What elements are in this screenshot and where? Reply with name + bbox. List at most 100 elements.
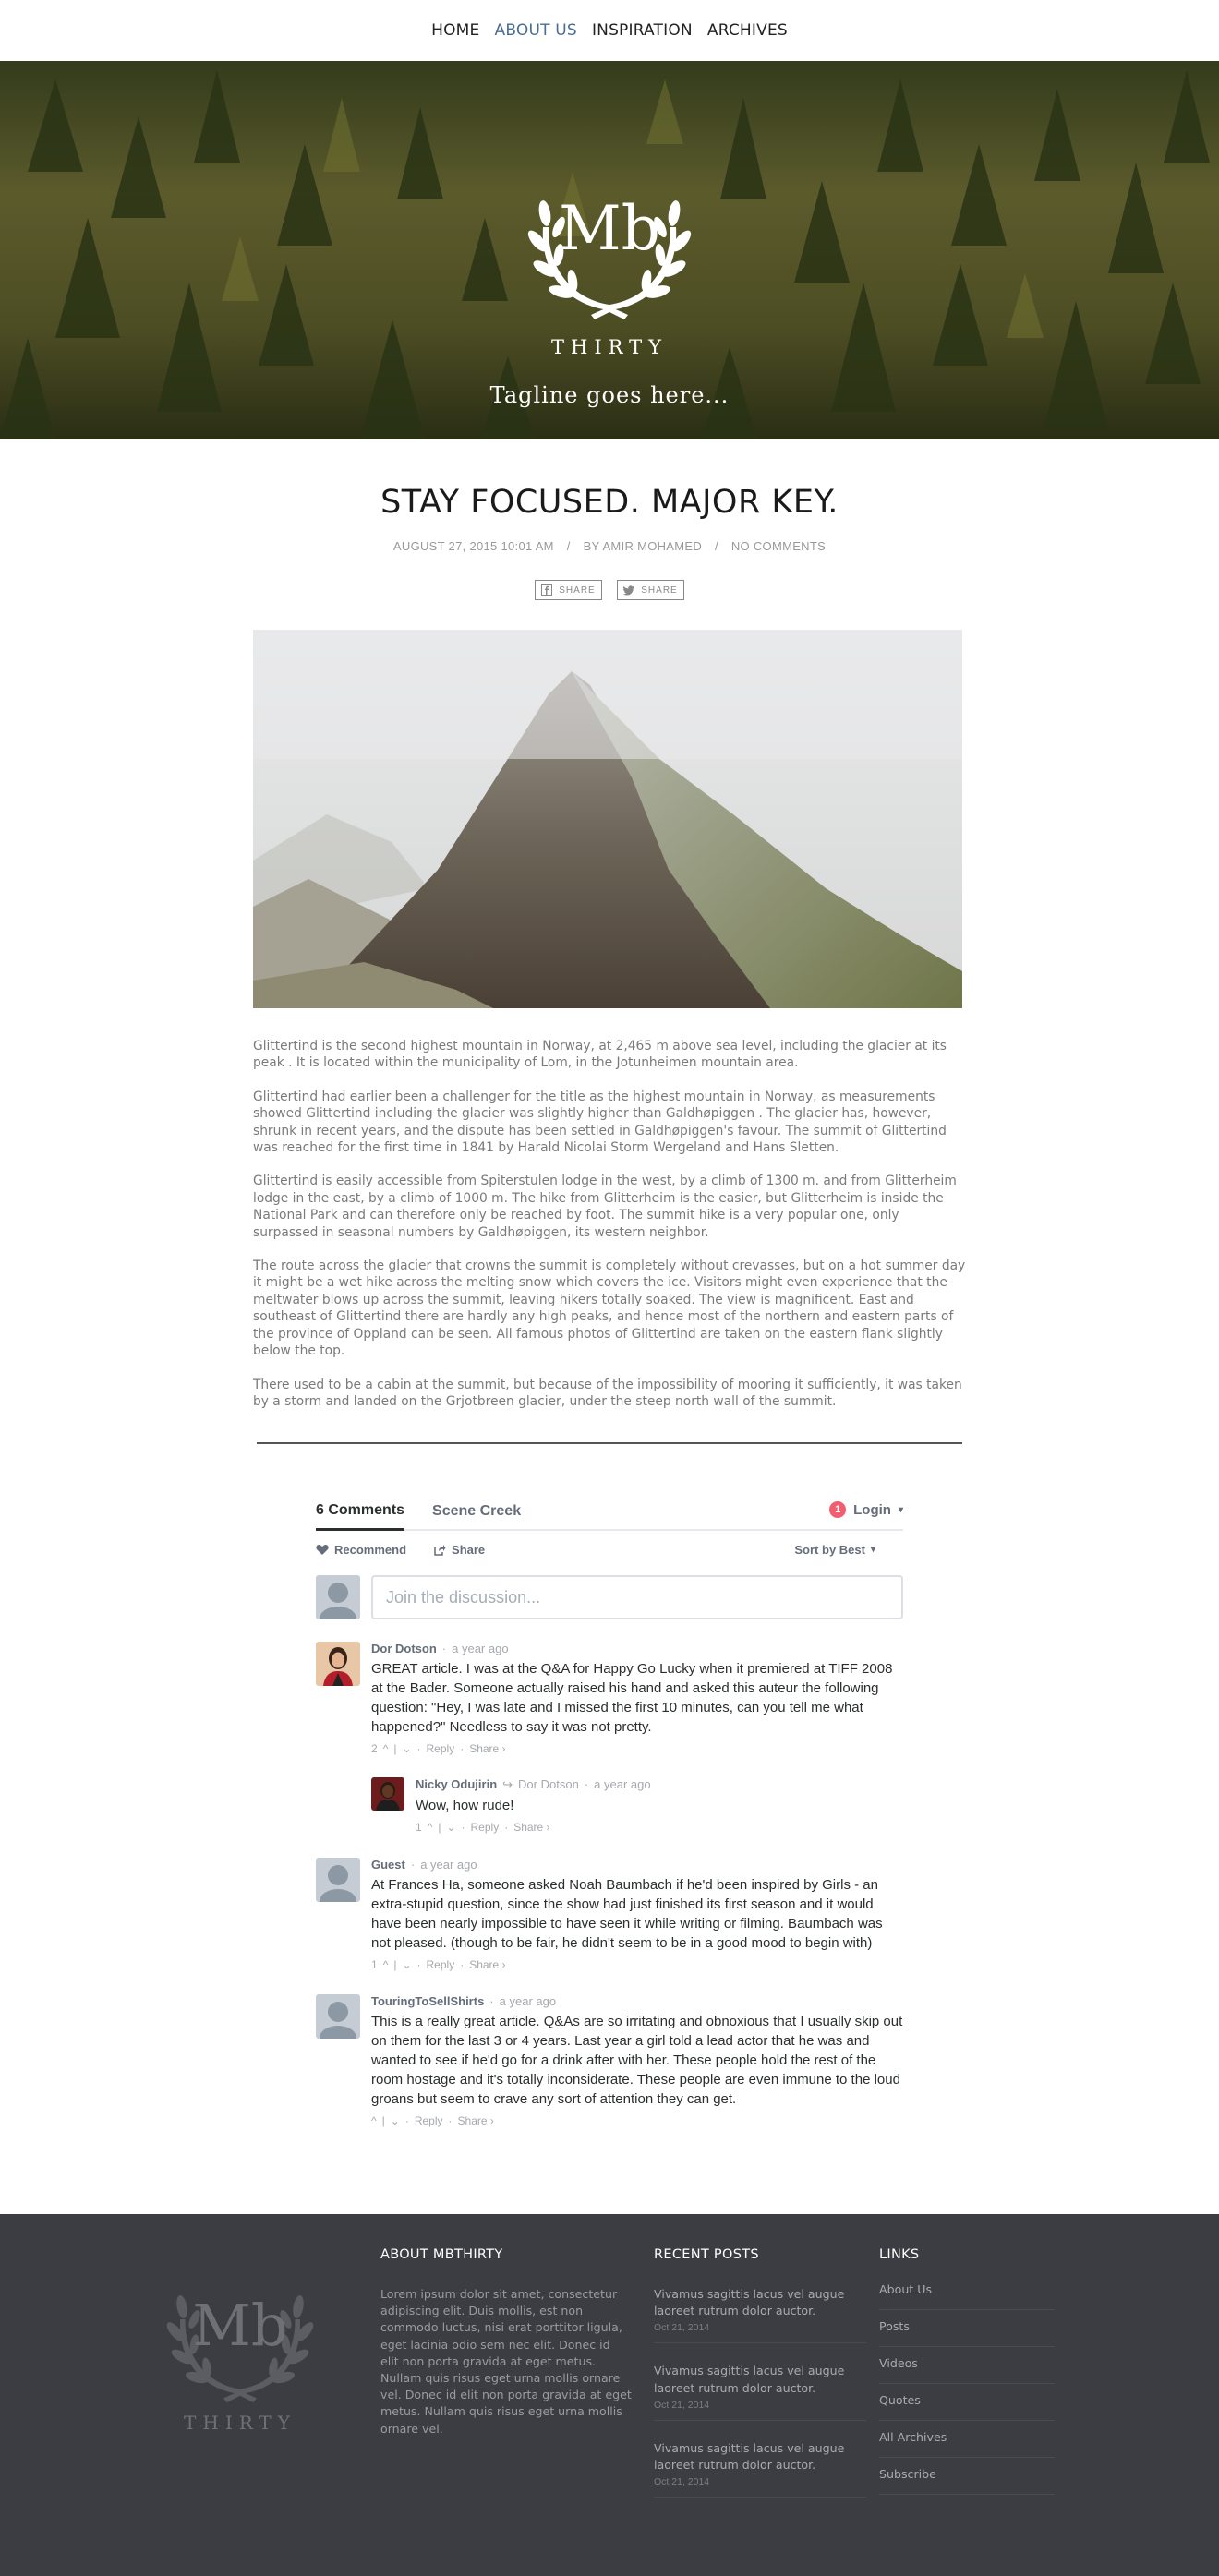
comment-time-sep: ·	[489, 1994, 494, 2008]
comment-time[interactable]: a year ago	[420, 1858, 477, 1872]
upvote-icon[interactable]: ^	[383, 1958, 389, 1971]
comment-time[interactable]: a year ago	[594, 1777, 650, 1791]
tab-scene-creek[interactable]: Scene Creek	[432, 1503, 521, 1529]
comment-post: Guest · a year ago At Frances Ha, someone …	[316, 1858, 903, 1971]
comment-text: At Frances Ha, someone asked Noah Baumba…	[371, 1877, 883, 1951]
section-divider	[257, 1442, 962, 1444]
share-thread-button[interactable]: Share	[434, 1543, 485, 1557]
site-logo[interactable]: Mb THIRTY	[517, 153, 702, 393]
default-avatar	[316, 1575, 360, 1619]
footer-dot: ·	[460, 1742, 465, 1755]
logo-monogram: Mb	[559, 193, 660, 264]
upvote-icon[interactable]: ^	[371, 2114, 377, 2127]
recent-post-link[interactable]: Vivamus sagittis lacus vel augue laoreet…	[654, 2363, 866, 2396]
nav-home[interactable]: HOME	[431, 21, 479, 40]
reply-link[interactable]: Reply	[427, 1958, 455, 1971]
recent-post-link[interactable]: Vivamus sagittis lacus vel augue laoreet…	[654, 2440, 866, 2474]
upvote-icon[interactable]: ^	[383, 1742, 389, 1755]
twitter-icon	[623, 585, 634, 596]
vote-separator: |	[438, 1821, 441, 1834]
footer-about: ABOUT MBTHIRTY Lorem ipsum dolor sit ame…	[380, 2247, 632, 2438]
comment-author[interactable]: Guest	[371, 1858, 405, 1872]
downvote-icon[interactable]: ⌄	[446, 1821, 455, 1834]
nav-inspiration[interactable]: INSPIRATION	[592, 21, 693, 40]
article-paragraph: Glittertind had earlier been a challenge…	[253, 1089, 947, 1156]
login-button[interactable]: 1 Login ▾	[829, 1501, 903, 1518]
comment-composer: Join the discussion...	[316, 1575, 903, 1619]
footer-dot: ·	[460, 1958, 465, 1971]
default-avatar[interactable]	[316, 1858, 360, 1902]
footer-link-about-us[interactable]: About Us	[879, 2273, 1055, 2310]
twitter-share-button[interactable]: SHARE	[617, 580, 684, 600]
comment-time[interactable]: a year ago	[500, 1994, 556, 2008]
recent-post-link[interactable]: Vivamus sagittis lacus vel augue laoreet…	[654, 2286, 866, 2319]
comment-footer: 1 ^ | ⌄ · Reply · Share ›	[371, 1958, 903, 1971]
article-paragraph: Glittertind is the second highest mounta…	[253, 1039, 947, 1071]
footer-logo-subtitle: THIRTY	[184, 2412, 296, 2434]
comment-time[interactable]: a year ago	[452, 1642, 508, 1655]
share-link[interactable]: Share ›	[469, 1742, 505, 1755]
default-avatar[interactable]	[316, 1994, 360, 2039]
reply-link[interactable]: Reply	[415, 2114, 443, 2127]
login-label: Login	[853, 1501, 891, 1518]
article-author[interactable]: BY AMIR MOHAMED	[584, 539, 703, 553]
nav-about-us[interactable]: ABOUT US	[494, 21, 576, 40]
downvote-icon[interactable]: ⌄	[402, 1742, 411, 1755]
avatar[interactable]	[316, 1642, 360, 1686]
site-footer: Mb THIRTY ABOUT MBTHIRTY Lorem ipsum dol…	[0, 2214, 1219, 2576]
footer-logo-monogram: Mb	[192, 2292, 288, 2359]
share-link[interactable]: Share ›	[513, 1821, 549, 1834]
vote-count: 1	[416, 1821, 422, 1834]
sort-dropdown[interactable]: Sort by Best ▾	[794, 1543, 903, 1557]
recommend-button[interactable]: Recommend	[316, 1543, 406, 1557]
article-paragraph: The route across the glacier that crowns…	[253, 1258, 966, 1359]
footer-link-all-archives[interactable]: All Archives	[879, 2421, 1055, 2458]
recent-post-date: Oct 21, 2014	[654, 2322, 710, 2334]
recommend-label: Recommend	[334, 1542, 407, 1557]
vote-count: 1	[371, 1958, 378, 1971]
facebook-icon	[541, 584, 553, 596]
footer-dot: ·	[416, 1742, 421, 1755]
comment-author[interactable]: Nicky Odujirin	[416, 1777, 497, 1791]
comment-author[interactable]: TouringToSellShirts	[371, 1994, 484, 2008]
meta-separator: /	[566, 539, 571, 553]
recent-post-item: Vivamus sagittis lacus vel augue laoreet…	[654, 2440, 866, 2498]
article-title: STAY FOCUSED. MAJOR KEY.	[380, 484, 839, 521]
reply-link[interactable]: Reply	[427, 1742, 455, 1755]
avatar[interactable]	[371, 1777, 404, 1811]
comment-footer: 2 ^ | ⌄ · Reply · Share ›	[371, 1742, 903, 1755]
reply-to-author[interactable]: Dor Dotson	[518, 1777, 579, 1791]
article-meta: AUGUST 27, 2015 10:01 AM / BY AMIR MOHAM…	[0, 539, 1219, 553]
article-comments-count[interactable]: NO COMMENTS	[731, 539, 826, 553]
share-link[interactable]: Share ›	[469, 1958, 505, 1971]
sort-label: Sort by Best	[794, 1542, 865, 1557]
downvote-icon[interactable]: ⌄	[402, 1958, 411, 1971]
footer-dot: ·	[504, 1821, 509, 1834]
article-image	[253, 630, 962, 1008]
comment-header: TouringToSellShirts · a year ago	[371, 1994, 903, 2008]
article-paragraph: Glittertind is easily accessible from Sp…	[253, 1174, 957, 1240]
facebook-share-button[interactable]: SHARE	[535, 580, 602, 600]
share-icon	[434, 1544, 446, 1556]
upvote-icon[interactable]: ^	[428, 1821, 433, 1834]
share-link[interactable]: Share ›	[458, 2114, 494, 2127]
chevron-down-icon: ▾	[898, 1504, 903, 1515]
downvote-icon[interactable]: ⌄	[391, 2114, 400, 2127]
comment-text: This is a really great article. Q&As are…	[371, 2014, 903, 2107]
tab-comments[interactable]: 6 Comments	[316, 1502, 405, 1531]
user-photo	[316, 1642, 360, 1686]
footer-logo[interactable]: Mb THIRTY	[157, 2253, 323, 2447]
footer-link-videos[interactable]: Videos	[879, 2347, 1055, 2384]
footer-about-text: Lorem ipsum dolor sit amet, consectetur …	[380, 2287, 632, 2436]
join-discussion-input[interactable]: Join the discussion...	[371, 1575, 903, 1619]
comment-author[interactable]: Dor Dotson	[371, 1642, 437, 1655]
footer-link-posts[interactable]: Posts	[879, 2310, 1055, 2347]
nav-archives[interactable]: ARCHIVES	[707, 21, 788, 40]
vote-separator: |	[393, 1958, 397, 1971]
reply-link[interactable]: Reply	[471, 1821, 500, 1834]
footer-dot: ·	[461, 1821, 465, 1834]
facebook-share-label: SHARE	[559, 584, 596, 596]
footer-link-subscribe[interactable]: Subscribe	[879, 2458, 1055, 2495]
recent-post-date: Oct 21, 2014	[654, 2476, 710, 2488]
footer-link-quotes[interactable]: Quotes	[879, 2384, 1055, 2421]
